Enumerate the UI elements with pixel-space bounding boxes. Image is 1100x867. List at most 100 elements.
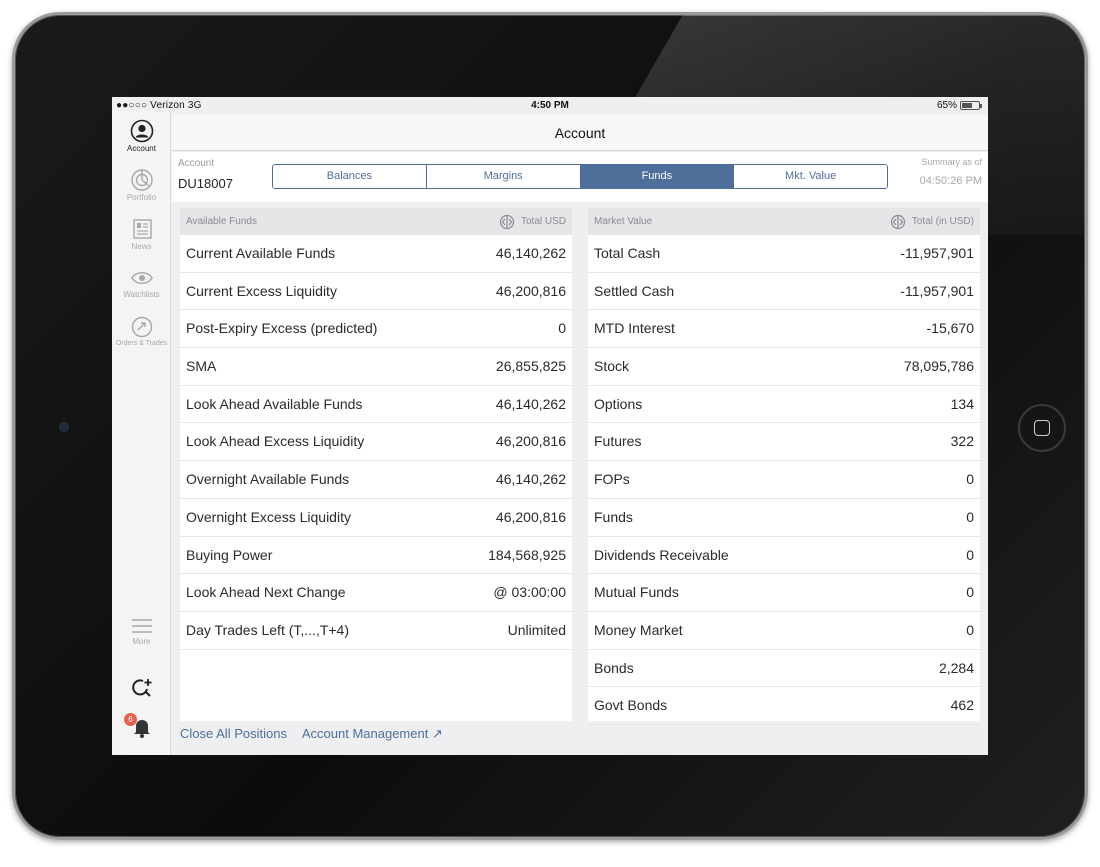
status-bar: ●●○○○ Verizon 3G 4:50 PM 65% xyxy=(112,97,988,115)
table-row[interactable]: Look Ahead Excess Liquidity 46,200,816 xyxy=(180,423,572,462)
row-label: Buying Power xyxy=(186,546,273,563)
notifications-button[interactable]: 6 xyxy=(112,713,171,739)
row-label: Govt Bonds xyxy=(594,697,668,714)
table-row[interactable]: Overnight Excess Liquidity 46,200,816 xyxy=(180,499,572,537)
home-button[interactable] xyxy=(1018,404,1066,452)
view-segmented-control: Balances Margins Funds Mkt. Value xyxy=(272,164,888,189)
account-management-link[interactable]: Account Management ↗ xyxy=(302,726,443,741)
row-value: 2,284 xyxy=(938,659,974,676)
row-label: Options xyxy=(594,395,643,412)
table-row[interactable]: Futures 322 xyxy=(588,423,980,462)
table-row[interactable]: Current Excess Liquidity 46,200,816 xyxy=(180,273,572,311)
battery-percent: 65% xyxy=(936,100,957,111)
tab-funds[interactable]: Funds xyxy=(580,165,735,188)
row-value: 0 xyxy=(558,320,566,337)
currency-toggle-icon[interactable] xyxy=(890,214,906,230)
currency-toggle-icon[interactable] xyxy=(499,214,515,230)
sidebar-item-label: News xyxy=(131,242,152,251)
available-funds-panel: Available Funds Total USD Current Availa… xyxy=(180,208,572,721)
row-value: -11,957,901 xyxy=(900,282,974,299)
table-row[interactable]: Stock 78,095,786 xyxy=(588,348,980,386)
tab-balances[interactable]: Balances xyxy=(273,165,427,188)
table-row[interactable]: Settled Cash -11,957,901 xyxy=(588,273,980,311)
orders-icon xyxy=(131,316,152,338)
row-value: -11,957,901 xyxy=(900,245,974,261)
table-row[interactable]: Day Trades Left (T,...,T+4) Unlimited xyxy=(180,612,572,650)
sidebar-item-portfolio[interactable]: Portfolio xyxy=(112,168,171,202)
table-row[interactable]: SMA 26,855,825 xyxy=(180,348,572,386)
row-label: Money Market xyxy=(594,621,683,638)
tab-mkt-value[interactable]: Mkt. Value xyxy=(734,165,887,188)
sidebar-item-account[interactable]: Account xyxy=(112,119,171,153)
eye-icon xyxy=(130,272,153,284)
table-row[interactable]: Funds 0 xyxy=(588,499,980,537)
row-label: Mutual Funds xyxy=(594,584,679,601)
column-header: Total USD xyxy=(520,216,566,227)
row-value: 46,140,262 xyxy=(495,245,566,261)
summary-time: 04:50:26 PM xyxy=(919,175,982,187)
row-label: Look Ahead Next Change xyxy=(186,584,346,601)
sidebar-item-news[interactable]: News xyxy=(112,217,171,251)
table-row[interactable]: Mutual Funds 0 xyxy=(588,574,980,612)
row-value: 0 xyxy=(966,471,974,488)
table-row[interactable]: Look Ahead Available Funds 46,140,262 xyxy=(180,386,572,424)
user-circle-icon xyxy=(130,119,153,143)
row-label: Current Available Funds xyxy=(186,245,336,261)
row-value: -15,670 xyxy=(926,320,974,337)
close-all-positions-link[interactable]: Close All Positions xyxy=(180,726,287,741)
quick-search-button[interactable] xyxy=(112,677,171,699)
table-row[interactable]: Buying Power 184,568,925 xyxy=(180,537,572,575)
row-label: SMA xyxy=(186,358,217,375)
table-row[interactable]: Money Market 0 xyxy=(588,612,980,650)
sidebar-item-label: Portfolio xyxy=(126,193,157,202)
search-plus-icon xyxy=(131,679,151,697)
table-row[interactable]: Options 134 xyxy=(588,386,980,424)
account-id[interactable]: DU18007 xyxy=(178,176,233,191)
sidebar-item-label: Watchlists xyxy=(123,290,160,299)
summary-timestamp: Summary as of 04:50:26 PM xyxy=(920,157,982,187)
table-row[interactable]: Post-Expiry Excess (predicted) 0 xyxy=(180,310,572,349)
front-camera xyxy=(59,422,69,432)
table-row[interactable]: FOPs 0 xyxy=(588,461,980,499)
row-value: 184,568,925 xyxy=(488,546,566,563)
row-value: 46,200,816 xyxy=(495,282,566,299)
market-value-list: Total Cash -11,957,901 Settled Cash -11,957… xyxy=(588,235,980,725)
sidebar-item-watchlists[interactable]: Watchlists xyxy=(112,267,171,299)
panel-header: Market Value Total (in USD) xyxy=(588,208,980,235)
table-row[interactable]: Govt Bonds 462 xyxy=(588,687,980,725)
row-value: 0 xyxy=(966,584,974,601)
table-row[interactable]: Total Cash -11,957,901 xyxy=(588,235,980,273)
footer-links: Close All Positions Account Management ↗ xyxy=(180,726,455,742)
table-row[interactable]: MTD Interest -15,670 xyxy=(588,310,980,349)
row-value: Unlimited xyxy=(507,621,566,638)
sidebar-item-more[interactable]: More xyxy=(112,616,171,646)
table-row[interactable]: Bonds 2,284 xyxy=(588,650,980,688)
pie-chart-icon xyxy=(130,169,153,191)
row-label: Post-Expiry Excess (predicted) xyxy=(186,320,378,337)
table-row[interactable]: Look Ahead Next Change @ 03:00:00 xyxy=(180,574,572,612)
table-row[interactable]: Dividends Receivable 0 xyxy=(588,537,980,575)
row-label: Current Excess Liquidity xyxy=(186,282,337,299)
row-label: Day Trades Left (T,...,T+4) xyxy=(186,621,350,638)
sidebar: Account Portfolio News Watchlists Orders… xyxy=(112,111,171,755)
row-value: 0 xyxy=(966,508,974,525)
row-value: 46,200,816 xyxy=(495,433,566,450)
battery-status: 65% xyxy=(936,100,982,111)
table-row[interactable]: Current Available Funds 46,140,262 xyxy=(180,235,572,273)
summary-label: Summary as of xyxy=(921,157,982,167)
app-screen: ●●○○○ Verizon 3G 4:50 PM 65% Account Por… xyxy=(112,97,988,755)
sidebar-item-orders-trades[interactable]: Orders & Trades xyxy=(112,315,171,347)
sidebar-item-label: Orders & Trades xyxy=(115,340,168,347)
row-value: 46,140,262 xyxy=(495,471,566,488)
tab-margins[interactable]: Margins xyxy=(426,165,581,188)
table-row[interactable]: Overnight Available Funds 46,140,262 xyxy=(180,461,572,499)
news-icon xyxy=(132,219,152,239)
row-label: Look Ahead Excess Liquidity xyxy=(186,433,365,450)
row-value: 46,200,816 xyxy=(495,508,566,525)
funds-list: Current Available Funds 46,140,262 Current… xyxy=(180,235,572,650)
row-label: FOPs xyxy=(594,471,630,488)
sidebar-item-label: Account xyxy=(127,144,156,153)
market-value-panel: Market Value Total (in USD) Total Cash -1… xyxy=(588,208,980,725)
row-label: Futures xyxy=(594,433,642,450)
hamburger-menu-icon xyxy=(131,619,152,633)
